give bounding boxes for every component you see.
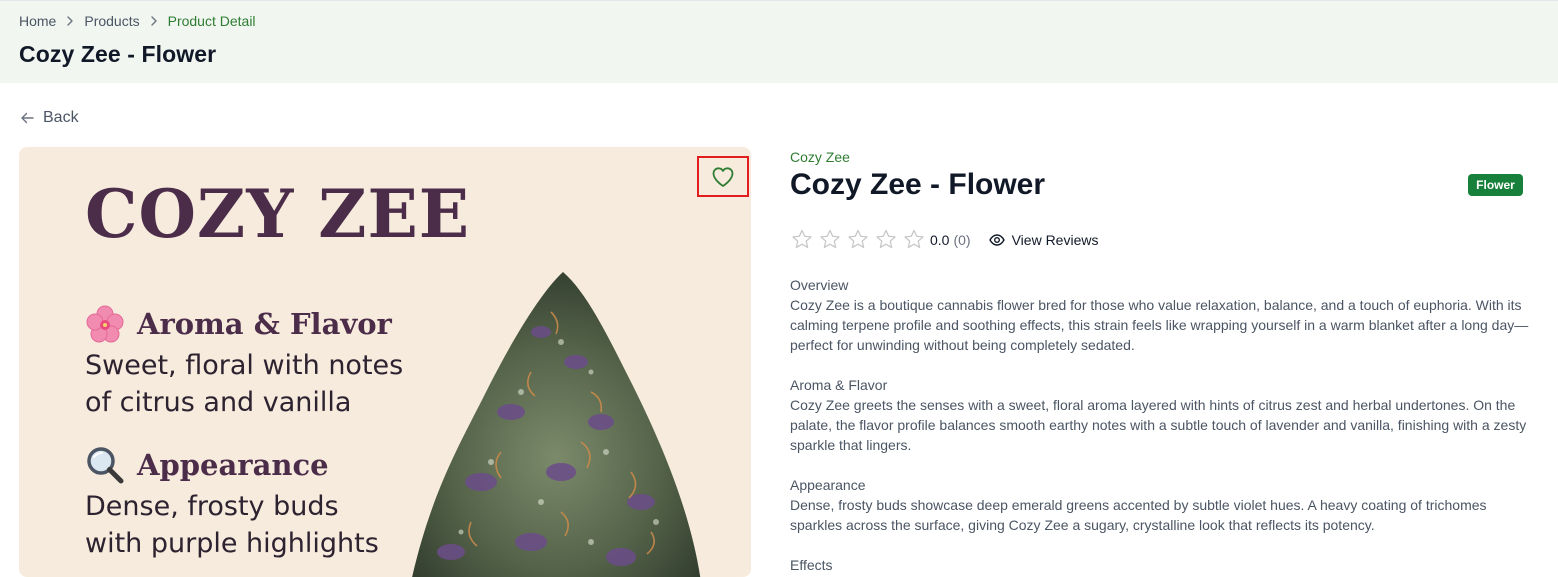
- page-header: Home Products Product Detail Cozy Zee - …: [0, 0, 1558, 83]
- star-empty-icon: [820, 229, 840, 249]
- breadcrumb-home[interactable]: Home: [19, 13, 56, 29]
- description-effects: Effects: [790, 555, 1530, 575]
- cannabis-bud-image: [412, 272, 701, 577]
- description-heading: Overview: [790, 277, 849, 293]
- back-button[interactable]: Back: [20, 109, 79, 127]
- magnifier-emoji-icon: [87, 447, 124, 484]
- page-title: Cozy Zee - Flower: [19, 41, 217, 67]
- view-reviews-button[interactable]: View Reviews: [988, 231, 1099, 248]
- image-aroma-line: of citrus and vanilla: [85, 387, 352, 418]
- description-heading: Aroma & Flavor: [790, 377, 888, 393]
- description-heading: Effects: [790, 557, 833, 573]
- description-appearance: Appearance Dense, frosty buds showcase d…: [790, 475, 1530, 535]
- description-body: Dense, frosty buds showcase deep emerald…: [790, 497, 1487, 533]
- arrow-left-icon: [21, 112, 34, 124]
- breadcrumb-product-detail: Product Detail: [167, 13, 256, 29]
- description-overview: Overview Cozy Zee is a boutique cannabis…: [790, 275, 1530, 355]
- image-aroma-line: Sweet, floral with notes: [85, 350, 404, 381]
- rating-row: 0.0 (0) View Reviews: [790, 228, 1098, 251]
- star-empty-icon: [792, 229, 812, 249]
- flower-emoji-icon: [86, 305, 124, 343]
- chevron-right-icon: [56, 13, 84, 29]
- product-name: Cozy Zee - Flower: [790, 168, 1046, 201]
- image-appearance-line: with purple highlights: [85, 528, 379, 559]
- description-heading: Appearance: [790, 477, 866, 493]
- image-appearance-title-text: Appearance: [137, 448, 329, 482]
- description-body: Cozy Zee is a boutique cannabis flower b…: [790, 297, 1529, 353]
- chevron-right-icon: [140, 13, 168, 29]
- eye-icon: [988, 233, 1005, 246]
- image-aroma-title: Aroma & Flavor: [85, 304, 392, 344]
- description-body: Cozy Zee greets the senses with a sweet,…: [790, 397, 1527, 453]
- image-appearance-line: Dense, frosty buds: [85, 491, 339, 522]
- favorite-button[interactable]: [697, 156, 749, 197]
- image-brand-text: COZY ZEE: [85, 175, 471, 253]
- image-appearance-title: Appearance: [85, 445, 329, 485]
- star-empty-icon: [876, 229, 896, 249]
- rating-count: (0): [953, 231, 971, 248]
- category-badge: Flower: [1468, 174, 1523, 196]
- star-rating: [790, 228, 930, 251]
- rating-value: 0.0: [930, 231, 950, 248]
- product-image: COZY ZEE Aroma & Flavor Sweet, floral wi…: [19, 147, 751, 577]
- star-empty-icon: [904, 229, 924, 249]
- heart-icon: [712, 166, 734, 187]
- back-label: Back: [43, 109, 79, 126]
- star-empty-icon: [848, 229, 868, 249]
- breadcrumb: Home Products Product Detail: [19, 13, 256, 29]
- breadcrumb-products[interactable]: Products: [84, 13, 139, 29]
- brand-link[interactable]: Cozy Zee: [790, 149, 850, 165]
- description-aroma: Aroma & Flavor Cozy Zee greets the sense…: [790, 375, 1530, 455]
- image-aroma-title-text: Aroma & Flavor: [137, 307, 392, 341]
- view-reviews-label: View Reviews: [1011, 231, 1099, 248]
